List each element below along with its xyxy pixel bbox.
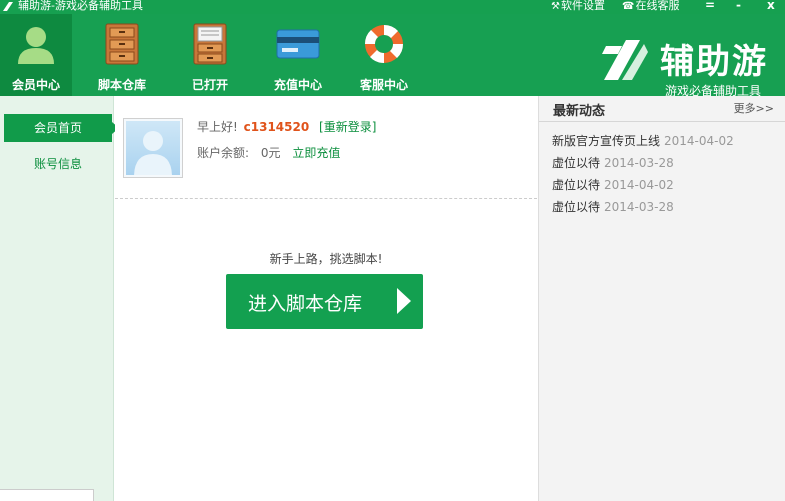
- toolbar-service-center[interactable]: 客服中心: [348, 14, 420, 96]
- cabinet-icon: [105, 23, 139, 65]
- toolbar-label: 已打开: [191, 78, 228, 92]
- divider: [115, 198, 537, 199]
- balance-label: 账户余额:: [197, 146, 250, 160]
- window-title: 辅助游-游戏必备辅助工具: [18, 0, 143, 12]
- user-avatar-icon: [134, 131, 172, 175]
- title-bar: 辅助游-游戏必备辅助工具 ⚒软件设置 ☎在线客服 = - x: [0, 0, 785, 14]
- toolbar-opened[interactable]: 已打开: [174, 14, 246, 96]
- balance-line: 账户余额: 0元 立即充值: [197, 144, 340, 161]
- chat-icon: ☎: [622, 1, 635, 12]
- sidebar-item-account-info[interactable]: 账号信息: [4, 150, 112, 178]
- sidebar-footer: [0, 489, 94, 501]
- greeting-line: 早上好! c1314520 [重新登录]: [197, 118, 376, 135]
- card-icon: [276, 29, 320, 59]
- news-item[interactable]: 虚位以待 2014-03-28: [552, 154, 674, 171]
- minimize-button[interactable]: -: [736, 0, 741, 12]
- news-item[interactable]: 新版官方宣传页上线 2014-04-02: [552, 132, 734, 149]
- username: c1314520: [243, 120, 310, 134]
- main-content: 早上好! c1314520 [重新登录] 账户余额: 0元 立即充值 新手上路，…: [115, 96, 537, 501]
- relogin-link[interactable]: [重新登录]: [319, 120, 376, 134]
- balance-value: 0元: [260, 146, 281, 160]
- enter-button-label: 进入脚本仓库: [248, 293, 363, 315]
- news-date: 2014-04-02: [664, 134, 734, 148]
- close-button[interactable]: x: [767, 0, 775, 12]
- toolbar-label: 脚本仓库: [97, 78, 146, 92]
- recharge-link[interactable]: 立即充值: [292, 146, 340, 160]
- brand: 辅助游 游戏必备辅助工具: [600, 28, 785, 98]
- member-icon: [18, 27, 54, 64]
- news-item[interactable]: 虚位以待 2014-04-02: [552, 176, 674, 193]
- brand-name: 辅助游: [660, 42, 768, 82]
- news-more-link[interactable]: 更多>>: [734, 100, 774, 116]
- wrench-icon: ⚒: [551, 1, 560, 12]
- sidebar: 会员首页 账号信息: [0, 96, 119, 501]
- newbie-hint: 新手上路，挑选脚本!: [269, 252, 383, 266]
- toolbar-member-center[interactable]: 会员中心: [0, 14, 72, 96]
- enter-script-repo-button[interactable]: 进入脚本仓库: [226, 274, 423, 329]
- toolbar-recharge-center[interactable]: 充值中心: [262, 14, 334, 96]
- toolbar-label: 客服中心: [359, 78, 408, 92]
- online-service-link[interactable]: ☎在线客服: [622, 0, 679, 13]
- toolbar-label: 会员中心: [11, 78, 60, 92]
- lifebuoy-icon: [364, 24, 404, 64]
- news-title: 最新动态: [553, 104, 606, 119]
- play-arrow-icon: [397, 288, 411, 314]
- toolbar-script-repo[interactable]: 脚本仓库: [86, 14, 158, 96]
- news-panel: 最新动态 更多>> 新版官方宣传页上线 2014-04-02 虚位以待 2014-0…: [538, 96, 785, 501]
- news-header: 最新动态 更多>>: [539, 96, 785, 122]
- main-toolbar: 会员中心 脚本仓库 已打开 充值中心 客服中心 辅助游 游戏必备辅助工具: [0, 14, 785, 98]
- open-cabinet-icon: [193, 23, 227, 65]
- news-date: 2014-04-02: [604, 178, 674, 192]
- news-date: 2014-03-28: [604, 156, 674, 170]
- avatar[interactable]: [123, 118, 183, 178]
- news-date: 2014-03-28: [604, 200, 674, 214]
- menu-button[interactable]: =: [705, 0, 715, 12]
- settings-link[interactable]: ⚒软件设置: [551, 0, 605, 13]
- sidebar-item-member-home[interactable]: 会员首页: [4, 114, 119, 142]
- brand-logo-icon: [602, 40, 648, 80]
- app-logo-icon: [3, 2, 13, 11]
- greeting-text: 早上好!: [197, 120, 238, 134]
- toolbar-label: 充值中心: [273, 78, 322, 92]
- news-item[interactable]: 虚位以待 2014-03-28: [552, 198, 674, 215]
